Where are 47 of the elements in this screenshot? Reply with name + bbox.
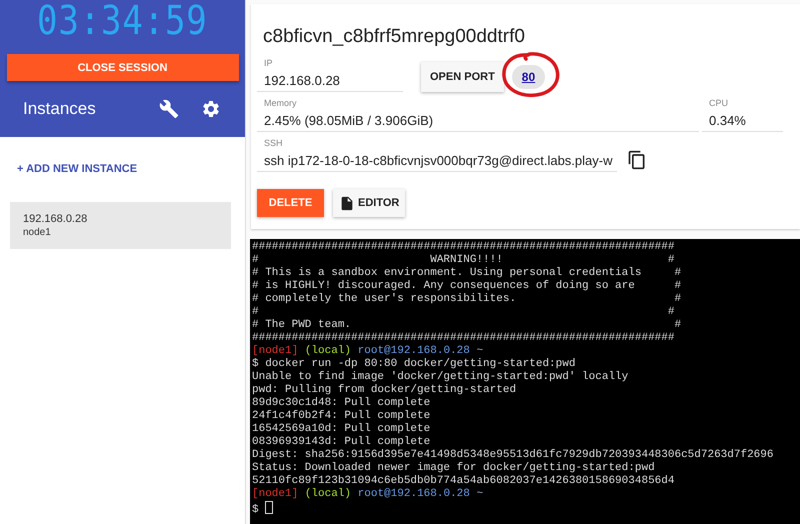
- open-port-button[interactable]: OPEN PORT: [421, 62, 504, 92]
- settings-icon[interactable]: [201, 99, 221, 119]
- prompt-user: root@192.168.0.28: [358, 345, 470, 357]
- terminal-line: pwd: Pulling from docker/getting-started: [252, 384, 518, 397]
- terminal-line: Status: Downloaded newer image for docker/getting-started:pwd: [252, 462, 656, 475]
- terminal-line: $ docker run -dp 80:80 docker/getting-started:pwd: [252, 358, 576, 371]
- instance-item[interactable]: 192.168.0.28 node1: [10, 202, 231, 249]
- terminal-line: # The PWD team. #: [252, 319, 682, 332]
- terminal-line: # #: [252, 306, 676, 319]
- terminal-line: 08396939143d: Pull complete: [252, 436, 432, 449]
- terminal-line: 52110fc89f123b31094c6eb5db0b774a54ab6082037e142638015869034856d4: [252, 475, 676, 488]
- instance-name: node1: [23, 227, 52, 238]
- prompt-node-label: [node1]: [252, 345, 298, 357]
- prompt-dir: ~: [476, 345, 484, 357]
- terminal-line: 89d9c30c1d48: Pull complete: [252, 397, 432, 410]
- prompt-node-label: [node1]: [252, 488, 298, 500]
- terminal-line: # completely the user's responsibilites. #: [252, 293, 682, 306]
- cursor-icon: [265, 501, 274, 514]
- instance-title: c8bficvn_c8bfrf5mrepg00ddtrf0: [263, 26, 526, 48]
- file-icon: [339, 194, 355, 212]
- prompt-dir: ~: [476, 488, 484, 500]
- copy-icon[interactable]: [626, 150, 646, 170]
- memory-field: Memory 2.45% (98.05MiB / 3.906GiB): [257, 98, 699, 132]
- add-instance-button[interactable]: + ADD NEW INSTANCE: [13, 161, 142, 177]
- port-link[interactable]: 80: [512, 65, 546, 89]
- instances-title: Instances: [23, 99, 97, 119]
- terminal-line: Unable to find image 'docker/getting-started:pwd' locally: [252, 371, 630, 384]
- terminal-line: ################################################################: [252, 332, 676, 345]
- wrench-icon[interactable]: [159, 99, 179, 119]
- terminal-line: # This is a sandbox environment. Using personal credentials #: [252, 267, 682, 280]
- terminal[interactable]: [250, 239, 800, 524]
- terminal-line: 24f1c4f0b2f4: Pull complete: [252, 410, 432, 423]
- ssh-field[interactable]: SSH ssh ip172-18-0-18-c8bficvnjsv000bqr73g@direct.labs.play-w: [257, 138, 616, 172]
- ip-field[interactable]: IP 192.168.0.28: [257, 58, 403, 92]
- terminal-line: # WARNING!!!! #: [252, 254, 676, 267]
- prompt-user: root@192.168.0.28: [358, 488, 470, 500]
- prompt-env: (local): [304, 345, 352, 357]
- cpu-field: CPU 0.34%: [702, 98, 783, 132]
- terminal-line: ################################################################: [252, 241, 676, 254]
- session-timer: 03:34:59: [37, 0, 208, 44]
- input-prompt: $: [252, 504, 259, 516]
- editor-button[interactable]: EDITOR: [333, 189, 406, 217]
- prompt-env: (local): [304, 488, 352, 500]
- instance-ip: 192.168.0.28: [23, 213, 88, 225]
- terminal-line: # is HIGHLY! discouraged. Any consequences of doing so are #: [252, 280, 682, 293]
- terminal-line: 16542569a10d: Pull complete: [252, 423, 432, 436]
- terminal-line: Digest: sha256:9156d395e7e41498d5348e95513d61fc7929db720393448306c5d7263d7f2696: [252, 449, 774, 462]
